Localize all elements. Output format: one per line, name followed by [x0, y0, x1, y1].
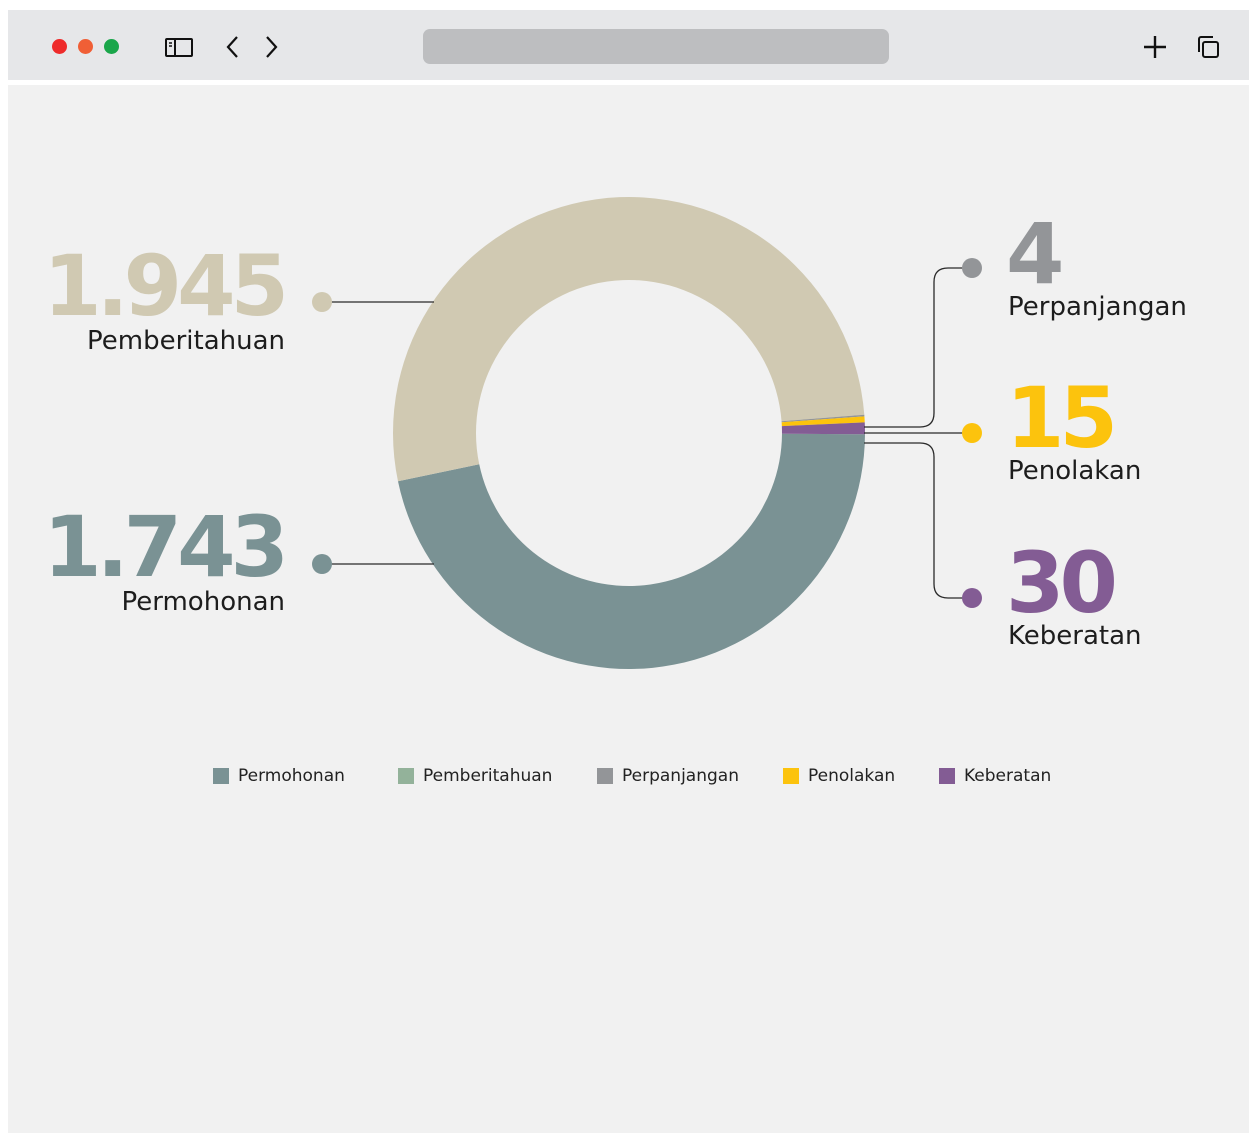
callout-dot-perpanjangan: [962, 258, 982, 278]
label-keberatan: Keberatan: [1008, 621, 1142, 651]
legend-swatch: [398, 768, 414, 784]
callout-dot-penolakan: [962, 423, 982, 443]
value-keberatan: 30: [1006, 534, 1118, 632]
legend-label: Penolakan: [808, 766, 896, 786]
callout-dot-permohonan: [312, 554, 332, 574]
legend-label: Perpanjangan: [622, 766, 739, 786]
donut-slices: [392, 196, 865, 669]
value-perpanjangan: 4: [1006, 205, 1064, 303]
slice-permohonan: [397, 433, 865, 669]
callout-dot-pemberitahuan: [312, 292, 332, 312]
value-penolakan: 15: [1006, 369, 1118, 467]
label-pemberitahuan: Pemberitahuan: [87, 326, 285, 356]
legend-swatch: [783, 768, 799, 784]
legend-label: Keberatan: [964, 766, 1052, 786]
legend-swatch: [213, 768, 229, 784]
label-penolakan: Penolakan: [1008, 456, 1142, 486]
legend-label: Permohonan: [238, 766, 345, 786]
leader-line-keberatan: [864, 442, 972, 599]
value-permohonan: 1.743: [43, 498, 289, 596]
legend-swatch: [939, 768, 955, 784]
label-permohonan: Permohonan: [121, 587, 286, 617]
callout-dot-keberatan: [962, 588, 982, 608]
label-perpanjangan: Perpanjangan: [1008, 292, 1187, 322]
value-pemberitahuan: 1.945: [43, 237, 289, 335]
legend-label: Pemberitahuan: [423, 766, 553, 786]
legend-swatch: [597, 768, 613, 784]
leader-line-perpanjangan: [864, 267, 972, 428]
